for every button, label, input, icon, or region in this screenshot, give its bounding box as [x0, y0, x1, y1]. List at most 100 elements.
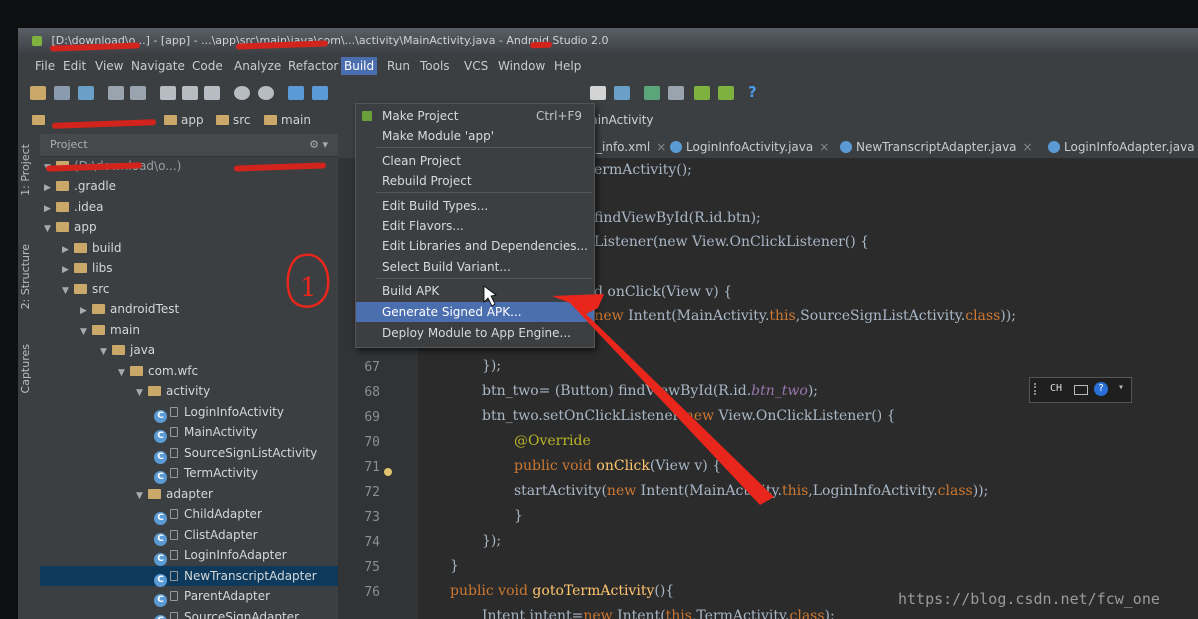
chevron-down-icon[interactable]: ▼	[118, 363, 130, 383]
open-folder-icon[interactable]	[30, 86, 46, 100]
breadcrumb-app[interactable]: app	[164, 113, 204, 127]
ime-language-label[interactable]: CH	[1050, 383, 1062, 394]
menu-analyze[interactable]: Analyze	[231, 57, 284, 75]
tab-logininfoactivity[interactable]: LoginInfoActivity.java ×	[670, 138, 829, 156]
keyboard-icon[interactable]	[1074, 385, 1088, 395]
breadcrumb-label: src	[233, 113, 251, 127]
redo-icon[interactable]	[130, 86, 146, 100]
code-line: d onClick(View v) {	[594, 284, 733, 300]
tab-info-xml[interactable]: _info.xml ×	[596, 138, 666, 156]
close-icon[interactable]: ×	[1023, 140, 1033, 154]
cut-icon[interactable]	[160, 86, 176, 100]
breadcrumb-src[interactable]: src	[216, 113, 251, 127]
menu-help[interactable]: Help	[551, 57, 584, 75]
tab-logininfoadapter[interactable]: LoginInfoAdapter.java	[1048, 138, 1195, 156]
override-marker-icon[interactable]	[384, 468, 392, 476]
menu-item-select-build-variant[interactable]: Select Build Variant...	[356, 257, 594, 277]
menu-item-edit-libraries[interactable]: Edit Libraries and Dependencies...	[356, 236, 594, 256]
tree-folder-item[interactable]: ▶ .idea	[40, 197, 324, 217]
tree-item-label: .gradle	[74, 179, 117, 193]
menu-code[interactable]: Code	[189, 57, 226, 75]
chevron-right-icon[interactable]: ▶	[44, 199, 56, 219]
chevron-down-icon[interactable]: ▼	[80, 322, 92, 342]
menu-item-build-apk[interactable]: Build APK	[356, 281, 594, 301]
layout-icon[interactable]	[614, 86, 630, 100]
tree-folder-item[interactable]: ▶ libs	[40, 258, 342, 278]
close-icon[interactable]: ×	[656, 140, 666, 154]
redaction-mark	[529, 41, 553, 49]
forward-icon[interactable]	[312, 86, 328, 100]
menu-file[interactable]: File	[32, 57, 58, 75]
menu-run[interactable]: Run	[384, 57, 413, 75]
menu-item-generate-signed-apk[interactable]: Generate Signed APK...	[356, 302, 594, 322]
tree-folder-item[interactable]: ▶ .gradle	[40, 176, 324, 196]
menu-edit[interactable]: Edit	[60, 57, 89, 75]
chevron-right-icon[interactable]: ▶	[62, 240, 74, 260]
class-icon: C	[154, 450, 167, 464]
menu-tools[interactable]: Tools	[417, 57, 453, 75]
chevron-right-icon[interactable]: ▶	[62, 260, 74, 280]
chevron-down-icon[interactable]: ▼	[44, 219, 56, 239]
navigation-bar: app src main MainActivity	[18, 108, 1198, 135]
menu-navigate[interactable]: Navigate	[128, 57, 188, 75]
search-icon[interactable]	[234, 86, 250, 100]
class-icon	[1048, 141, 1060, 153]
chevron-right-icon[interactable]: ▶	[44, 178, 56, 198]
side-tab-project[interactable]: 1: Project	[19, 144, 32, 196]
side-tab-captures[interactable]: Captures	[19, 344, 32, 393]
paste-icon[interactable]	[204, 86, 220, 100]
menu-item-edit-flavors[interactable]: Edit Flavors...	[356, 216, 594, 236]
drag-handle-icon[interactable]	[1034, 383, 1040, 395]
ime-toolbar[interactable]: CH ? ▾	[1029, 377, 1132, 403]
tree-folder-item[interactable]: ▼ main	[40, 320, 360, 340]
menu-build[interactable]: Build	[341, 57, 378, 75]
chevron-right-icon[interactable]: ▶	[80, 301, 92, 321]
access-icon	[170, 550, 178, 560]
menu-refactor[interactable]: Refactor	[285, 57, 341, 75]
run-config-icon[interactable]	[590, 86, 606, 100]
chevron-down-icon[interactable]: ▼	[136, 383, 148, 403]
tree-folder-item[interactable]: ▼ java	[40, 340, 380, 360]
chevron-down-icon[interactable]: ▼	[136, 486, 148, 506]
side-tab-structure[interactable]: 2: Structure	[19, 244, 32, 309]
chevron-down-icon[interactable]: ▼	[62, 281, 74, 301]
chevron-down-icon[interactable]: ▼	[100, 342, 112, 362]
tree-folder-item[interactable]: ▼ app	[40, 217, 324, 237]
chevron-down-icon[interactable]: ▾	[1118, 382, 1124, 393]
menu-item-make-module[interactable]: Make Module 'app'	[356, 126, 594, 146]
tree-folder-item[interactable]: ▼ src	[40, 279, 342, 299]
breadcrumb-main[interactable]: main	[264, 113, 311, 127]
menu-window[interactable]: Window	[495, 57, 548, 75]
menu-item-clean-project[interactable]: Clean Project	[356, 151, 594, 171]
help-icon[interactable]: ?	[1094, 382, 1108, 396]
android-monitor-icon[interactable]	[718, 86, 734, 100]
menu-vcs[interactable]: VCS	[461, 57, 491, 75]
code-line: Listener(new View.OnClickListener() {	[594, 234, 870, 250]
android-icon[interactable]	[694, 86, 710, 100]
save-icon[interactable]	[54, 86, 70, 100]
help-icon[interactable]: ?	[748, 83, 764, 101]
sync-icon[interactable]	[78, 86, 94, 100]
tree-item-label: activity	[166, 384, 211, 398]
tab-newtranscriptadapter[interactable]: NewTranscriptAdapter.java ×	[840, 138, 1033, 156]
sdk-manager-icon[interactable]	[644, 86, 660, 100]
tree-folder-item[interactable]: ▶ androidTest	[40, 299, 360, 319]
breadcrumb-root[interactable]	[32, 113, 49, 127]
close-icon[interactable]: ×	[819, 140, 829, 154]
gear-icon[interactable]: ⚙ ▾	[309, 134, 328, 156]
folder-icon	[148, 488, 161, 499]
tree-item-label: LoginInfoActivity	[184, 404, 284, 419]
device-monitor-icon[interactable]	[668, 86, 684, 100]
tree-folder-item[interactable]: ▶ build	[40, 238, 342, 258]
menu-item-edit-build-types[interactable]: Edit Build Types...	[356, 196, 594, 216]
menu-item-make-project[interactable]: Make Project Ctrl+F9	[356, 106, 594, 126]
tree-item-label: app	[74, 220, 97, 234]
undo-icon[interactable]	[108, 86, 124, 100]
back-icon[interactable]	[288, 86, 304, 100]
copy-icon[interactable]	[182, 86, 198, 100]
project-header-label[interactable]: Project	[50, 138, 88, 151]
menu-item-rebuild-project[interactable]: Rebuild Project	[356, 171, 594, 191]
menu-view[interactable]: View	[92, 57, 126, 75]
replace-icon[interactable]	[258, 86, 274, 100]
menu-item-deploy-app-engine[interactable]: Deploy Module to App Engine...	[356, 323, 594, 343]
